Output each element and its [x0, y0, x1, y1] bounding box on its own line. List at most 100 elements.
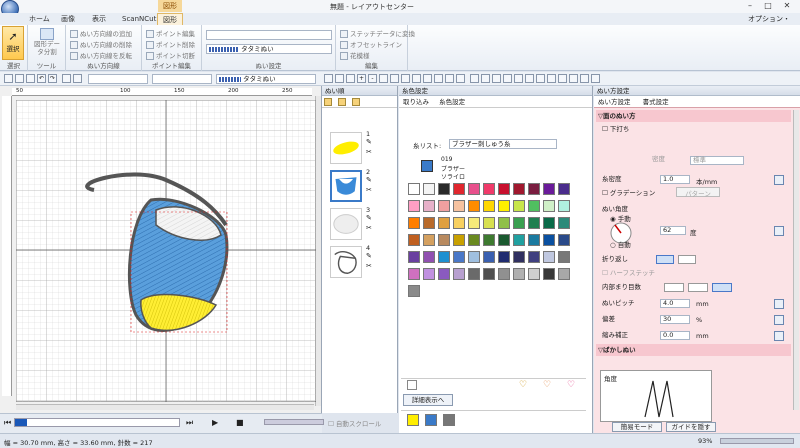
maximize-icon[interactable]: □: [763, 1, 773, 11]
grid-icon[interactable]: [412, 74, 421, 83]
underlay-density-combo[interactable]: 標準: [690, 156, 744, 165]
mirror-vertical-icon[interactable]: [547, 74, 556, 83]
thread-swatch[interactable]: [483, 268, 495, 280]
measure-icon[interactable]: [456, 74, 465, 83]
used-thread-swatch[interactable]: [443, 414, 455, 426]
play-icon[interactable]: ▶: [212, 418, 218, 427]
flower-pattern-button[interactable]: 花模様: [340, 50, 370, 60]
fill-section-header[interactable]: ▽面のぬい方: [596, 110, 791, 122]
thread-swatch[interactable]: [468, 217, 480, 229]
options-menu[interactable]: オプション・: [748, 14, 790, 24]
pan-icon[interactable]: [346, 74, 355, 83]
thread-swatch[interactable]: [528, 200, 540, 212]
thread-swatch[interactable]: [558, 217, 570, 229]
toolbar-sew-combo[interactable]: タタミぬい: [216, 74, 316, 84]
lock-icon[interactable]: [569, 74, 578, 83]
ungroup-objects-icon[interactable]: [525, 74, 534, 83]
thread-swatch[interactable]: [528, 251, 540, 263]
go-end-icon[interactable]: ⏭: [186, 418, 193, 428]
stitch-order-item[interactable]: 1 ✎ ✂: [328, 128, 388, 166]
auto-scroll-checkbox[interactable]: ☐ 自動スクロール: [328, 418, 381, 428]
realistic-view-icon[interactable]: [401, 74, 410, 83]
zoom-design-icon[interactable]: [390, 74, 399, 83]
stitch-order-item[interactable]: 4 ✎ ✂: [328, 242, 388, 280]
rotate-icon[interactable]: [558, 74, 567, 83]
thread-swatch[interactable]: [513, 183, 525, 195]
thread-add-icon[interactable]: ♡: [519, 380, 527, 390]
fade-section-header[interactable]: ▽ばかしぬい: [596, 344, 791, 356]
thread-favorite-icon[interactable]: ♡: [543, 380, 551, 390]
tab-view[interactable]: 表示: [87, 13, 111, 25]
horizontal-scrollbar[interactable]: [16, 404, 314, 410]
compensation-spin[interactable]: 0.0: [660, 331, 690, 340]
settings-scrollbar[interactable]: [793, 110, 799, 410]
thread-swatch[interactable]: [483, 251, 495, 263]
zoom-in-icon[interactable]: +: [357, 74, 366, 83]
hoop-grid[interactable]: [16, 100, 316, 402]
simple-mode-button[interactable]: 簡易モード: [612, 422, 662, 432]
density-apply-icon[interactable]: [774, 175, 784, 185]
thread-swatch[interactable]: [453, 200, 465, 212]
tab-import[interactable]: 取り込み: [403, 98, 429, 106]
thread-swatch[interactable]: [408, 183, 420, 195]
density-spin[interactable]: 1.0: [660, 175, 690, 184]
thread-swatch[interactable]: [543, 234, 555, 246]
thread-swatch[interactable]: [483, 200, 495, 212]
thread-swatch[interactable]: [543, 268, 555, 280]
stop-icon[interactable]: ■: [236, 418, 244, 427]
stitch-order-tool-icon[interactable]: [352, 98, 361, 106]
thread-swatch[interactable]: [498, 251, 510, 263]
thread-swatch[interactable]: [498, 217, 510, 229]
point-cut-button[interactable]: ポイント切断: [146, 50, 195, 60]
toolbar-combo-2[interactable]: [152, 74, 212, 84]
delete-direction-button[interactable]: ぬい方向線の削除: [70, 39, 132, 49]
used-thread-swatch[interactable]: [407, 414, 419, 426]
tab-thread-settings[interactable]: 糸色設定: [439, 98, 465, 106]
save-icon[interactable]: [26, 74, 35, 83]
thread-swatch[interactable]: [408, 285, 420, 297]
thread-swatch[interactable]: [468, 183, 480, 195]
undo-icon[interactable]: ↶: [37, 74, 46, 83]
thread-swatch[interactable]: [438, 200, 450, 212]
stitch-order-item[interactable]: 3 ✎ ✂: [328, 204, 388, 242]
select-tool-icon[interactable]: [335, 74, 344, 83]
tab-home[interactable]: ホーム: [24, 13, 55, 25]
align-left-icon[interactable]: [470, 74, 479, 83]
stitch-order-tool-icon[interactable]: [338, 98, 347, 106]
split-shape-button[interactable]: 図形データ分割: [33, 28, 61, 56]
thread-swatch[interactable]: [543, 183, 555, 195]
thread-swatch[interactable]: [408, 251, 420, 263]
thread-swatch[interactable]: [408, 234, 420, 246]
zoom-out-icon[interactable]: -: [368, 74, 377, 83]
new-icon[interactable]: [4, 74, 13, 83]
thread-swatch[interactable]: [438, 234, 450, 246]
thread-swatch[interactable]: [468, 200, 480, 212]
compensation-apply-icon[interactable]: [774, 331, 784, 341]
thread-swatch[interactable]: [498, 234, 510, 246]
align-center-icon[interactable]: [481, 74, 490, 83]
inner-option-icon[interactable]: [712, 283, 732, 292]
detail-view-button[interactable]: 詳細表示へ: [403, 394, 453, 406]
thread-favorite-remove-icon[interactable]: ♡: [567, 380, 575, 390]
convert-stitch-button[interactable]: ステッチデータに変換: [340, 28, 415, 38]
stitch-progress-slider[interactable]: [14, 418, 180, 427]
thread-swatch[interactable]: [423, 200, 435, 212]
tab-sew-settings[interactable]: ぬい方設定: [598, 98, 631, 106]
thread-swatch[interactable]: [453, 251, 465, 263]
thread-swatch[interactable]: [423, 268, 435, 280]
zoom-fit-icon[interactable]: [379, 74, 388, 83]
zoom-slider[interactable]: [720, 438, 794, 444]
thread-swatch[interactable]: [543, 217, 555, 229]
thread-swatch[interactable]: [438, 251, 450, 263]
stitch-progress-thumb[interactable]: [15, 419, 27, 426]
thread-swatch[interactable]: [453, 268, 465, 280]
turn-option-icon[interactable]: [656, 255, 674, 264]
minimize-icon[interactable]: –: [745, 1, 755, 11]
thread-swatch[interactable]: [453, 234, 465, 246]
thread-swatch[interactable]: [438, 183, 450, 195]
turn-option-icon[interactable]: [678, 255, 696, 264]
open-icon[interactable]: [15, 74, 24, 83]
halfstitch-checkbox[interactable]: ☐: [602, 269, 610, 277]
thread-swatch[interactable]: [543, 200, 555, 212]
thread-swatch[interactable]: [558, 251, 570, 263]
